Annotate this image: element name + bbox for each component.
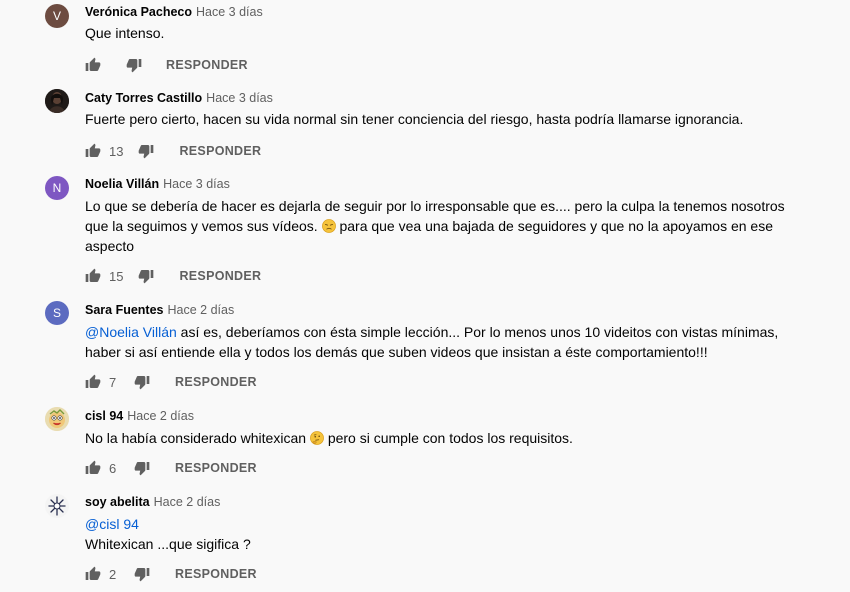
thumb-up-icon[interactable]	[85, 374, 101, 390]
reply-button[interactable]: RESPONDER	[175, 567, 257, 581]
portrait-avatar-image	[45, 89, 69, 113]
reply-button[interactable]: RESPONDER	[166, 58, 248, 72]
comment-text: @Noelia Villán así es, deberíamos con és…	[85, 322, 785, 362]
thumb-up-icon[interactable]	[85, 566, 101, 582]
author-name[interactable]: Noelia Villán	[85, 177, 159, 191]
doodle-avatar-image	[45, 494, 69, 518]
thumb-up-icon[interactable]	[85, 57, 101, 73]
like-count: 6	[109, 460, 117, 476]
timestamp[interactable]: Hace 2 días	[154, 495, 221, 509]
thinking-face-icon	[310, 431, 324, 445]
timestamp[interactable]: Hace 2 días	[127, 409, 194, 423]
comment-toolbar: 15 RESPONDER	[85, 266, 261, 286]
comment-toolbar: 13 RESPONDER	[85, 141, 261, 161]
disappointed-face-icon	[321, 219, 336, 233]
thumb-down-icon[interactable]	[126, 57, 142, 73]
comment-text: @cisl 94 Whitexican ...que sigifica ?	[85, 514, 785, 554]
thumb-up-icon[interactable]	[85, 460, 101, 476]
timestamp[interactable]: Hace 3 días	[206, 91, 273, 105]
comment-header: soy abelita Hace 2 días	[85, 493, 220, 511]
thumb-down-icon[interactable]	[134, 460, 150, 476]
comment-header: Verónica Pacheco Hace 3 días	[85, 3, 263, 21]
avatar[interactable]: V	[45, 4, 69, 28]
like-count: 7	[109, 374, 117, 390]
author-name[interactable]: Verónica Pacheco	[85, 5, 192, 19]
comment-text: Lo que se debería de hacer es dejarla de…	[85, 196, 785, 256]
avatar-letter: S	[52, 306, 61, 320]
reply-button[interactable]: RESPONDER	[175, 461, 257, 475]
avatar[interactable]: S	[45, 301, 69, 325]
author-name[interactable]: soy abelita	[85, 495, 150, 509]
like-count: 13	[109, 143, 124, 159]
comment-header: Caty Torres Castillo Hace 3 días	[85, 89, 273, 107]
timestamp[interactable]: Hace 3 días	[163, 177, 230, 191]
comment-text-part: No la había considerado whitexican	[85, 430, 307, 446]
avatar[interactable]	[45, 89, 69, 113]
mention-link[interactable]: @Noelia Villán	[85, 324, 177, 340]
comment-text: Que intenso.	[85, 25, 165, 41]
comment-toolbar: RESPONDER	[85, 55, 248, 75]
thumb-down-icon[interactable]	[134, 374, 150, 390]
author-name[interactable]: Caty Torres Castillo	[85, 91, 202, 105]
comment-toolbar: 6 RESPONDER	[85, 458, 257, 478]
comment-header: Noelia Villán Hace 3 días	[85, 175, 230, 193]
comment-text: Fuerte pero cierto, hacen su vida normal…	[85, 111, 744, 127]
author-name[interactable]: Sara Fuentes	[85, 303, 164, 317]
comment-text: No la había considerado whitexican pero …	[85, 428, 785, 448]
comment-text-part: pero si cumple con todos los requisitos.	[327, 430, 573, 446]
author-name[interactable]: cisl 94	[85, 409, 123, 423]
timestamp[interactable]: Hace 2 días	[168, 303, 235, 317]
like-count: 2	[109, 566, 117, 582]
comment-text-part: Whitexican ...que sigifica ?	[85, 536, 251, 552]
avatar[interactable]: N	[45, 176, 69, 200]
thumb-up-icon[interactable]	[85, 268, 101, 284]
comment-header: cisl 94 Hace 2 días	[85, 407, 194, 425]
comment-toolbar: 2 RESPONDER	[85, 564, 257, 584]
cartoon-avatar-image	[45, 407, 69, 431]
avatar-letter: V	[52, 9, 61, 23]
mention-link[interactable]: @cisl 94	[85, 514, 785, 534]
comment-header: Sara Fuentes Hace 2 días	[85, 301, 234, 319]
reply-button[interactable]: RESPONDER	[175, 375, 257, 389]
avatar-letter: N	[52, 181, 62, 195]
avatar[interactable]	[45, 407, 69, 431]
thumb-down-icon[interactable]	[138, 143, 154, 159]
thumb-down-icon[interactable]	[134, 566, 150, 582]
thumb-down-icon[interactable]	[138, 268, 154, 284]
reply-button[interactable]: RESPONDER	[179, 144, 261, 158]
like-count: 15	[109, 268, 124, 284]
avatar[interactable]	[45, 494, 69, 518]
thumb-up-icon[interactable]	[85, 143, 101, 159]
comment-toolbar: 7 RESPONDER	[85, 372, 257, 392]
timestamp[interactable]: Hace 3 días	[196, 5, 263, 19]
comment-text-part: así es, deberíamos con ésta simple lecci…	[85, 324, 779, 360]
reply-button[interactable]: RESPONDER	[179, 269, 261, 283]
